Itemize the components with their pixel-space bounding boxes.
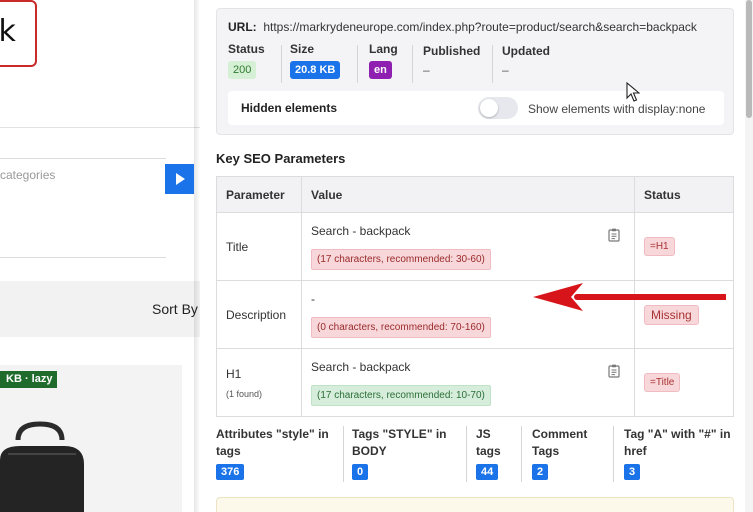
status-code-badge: 200 [228,61,257,79]
toggle-description: Show elements with display:none [528,102,706,116]
value-cell: Search - backpack (17 characters, recomm… [301,348,635,417]
divider [343,426,344,482]
param-sub-label: (1 found) [226,388,263,399]
counter-label: Tag "A" with "#" in href [624,427,731,458]
toggle-knob [480,99,498,117]
search-submit-button[interactable] [165,164,194,194]
length-hint: (0 characters, recommended: 70-160) [311,316,491,338]
hidden-elements-label: Hidden elements [241,101,338,115]
updated-value: – [502,63,509,77]
divider [521,426,522,482]
status-badge: =H1 [644,237,675,256]
published-value: – [423,63,430,77]
seo-panel: URL: https://markrydeneurope.com/index.p… [200,0,753,512]
published-label: Published [423,44,481,58]
size-badge: 20.8 KB [290,61,341,79]
counter-item: Tag "A" with "#" in href 3 [624,426,736,480]
param-cell: H1 (1 found) [216,348,302,417]
lang-badge: en [369,61,392,79]
counter-value: 44 [476,464,499,480]
divider [281,45,282,83]
notice-box [216,497,734,512]
site-logo[interactable]: ck [0,0,37,67]
size-column: Size 20.8 KB [290,42,341,79]
clipboard-icon[interactable] [608,364,620,378]
param-name: H1 [226,366,242,381]
counter-item: JS tags 44 [476,426,516,480]
background-website: ck categories Sort By KB · lazy [0,0,200,512]
length-hint: (17 characters, recommended: 30-60) [311,248,491,270]
counter-value: 2 [532,464,549,480]
param-value: Search - backpack [311,359,411,374]
param-cell: Description [216,280,302,349]
url-label: URL: [228,20,257,34]
header-divider [0,127,200,128]
play-icon [175,173,185,185]
page-info-box: URL: https://markrydeneurope.com/index.p… [216,8,734,135]
column-header: Status [634,176,734,213]
table-row: H1 (1 found) Search - backpack (17 chara… [216,348,734,417]
lang-label: Lang [369,42,398,56]
param-cell: Title [216,212,302,281]
divider [412,45,413,83]
hidden-elements-toggle[interactable] [478,97,518,119]
value-cell: Search - backpack (17 characters, recomm… [301,212,635,281]
status-column: Status 200 [228,42,265,79]
counter-item: Comment Tags 2 [532,426,607,480]
status-label: Status [228,42,265,56]
clipboard-icon[interactable] [608,228,620,242]
lang-column: Lang en [369,42,398,79]
mouse-cursor-icon [626,82,640,102]
counter-value: 0 [352,464,369,480]
table-header-row: Parameter Value Status [216,176,734,213]
divider [613,426,614,482]
counter-label: Comment Tags [532,427,588,458]
backpack-image [0,421,84,512]
size-label: Size [290,42,315,56]
scrollbar[interactable] [745,0,753,512]
annotation-arrow [533,283,726,311]
published-column: Published – [423,44,480,77]
status-cell: =H1 [634,212,734,281]
counter-item: Tags "STYLE" in BODY 0 [352,426,462,480]
search-input[interactable]: categories [0,168,55,182]
param-value: Search - backpack [311,223,411,238]
counter-value: 3 [624,464,641,480]
counter-item: Attributes "style" in tags 376 [216,426,342,480]
param-name: Title [226,239,249,254]
param-name: Description [226,307,287,322]
updated-column: Updated – [502,44,550,77]
counter-label: Tags "STYLE" in BODY [352,427,447,458]
url-value[interactable]: https://markrydeneurope.com/index.php?ro… [263,20,697,34]
updated-label: Updated [502,44,550,58]
divider [492,45,493,83]
scroll-thumb[interactable] [746,0,752,118]
site-logo-text: ck [0,14,16,49]
divider [357,45,358,83]
table-row: Title Search - backpack (17 characters, … [216,212,734,281]
url-line: URL: https://markrydeneurope.com/index.p… [228,20,697,34]
status-cell: =Title [634,348,734,417]
divider [466,426,467,482]
counter-value: 376 [216,464,245,480]
counters-row: Attributes "style" in tags 376 Tags "STY… [216,426,734,486]
column-header: Parameter [216,176,302,213]
length-hint: (17 characters, recommended: 10-70) [311,384,491,406]
image-size-badge: KB · lazy [0,371,58,388]
hidden-elements-row: Hidden elements Show elements with displ… [228,91,724,125]
counter-label: JS tags [476,427,501,458]
status-badge: =Title [644,373,681,392]
section-heading: Key SEO Parameters [216,151,346,166]
column-header: Value [301,176,635,213]
counter-label: Attributes "style" in tags [216,427,329,458]
sort-by-label[interactable]: Sort By [152,301,198,317]
